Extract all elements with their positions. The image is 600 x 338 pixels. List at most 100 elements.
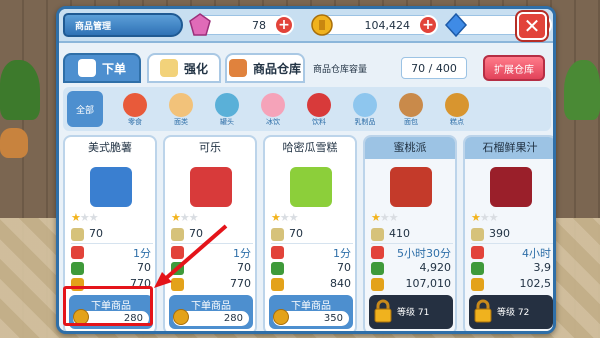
category-label: 面包	[404, 118, 418, 126]
coin-icon	[371, 278, 384, 291]
peach-pie-icon	[390, 167, 432, 207]
tab-order-label: 下单	[101, 61, 126, 76]
coin-icon	[471, 278, 484, 291]
pastry-icon	[445, 93, 469, 117]
star-rating: ★★★	[471, 211, 499, 224]
category-all[interactable]: 全部	[67, 91, 103, 127]
tutorial-highlight-box	[63, 286, 153, 326]
product-name: 石榴鲜果汁	[465, 137, 553, 159]
coin-counter: 104,424 +	[311, 14, 438, 36]
cheese-icon	[371, 228, 384, 241]
order-price: 280	[173, 309, 249, 326]
quantity-row: 70	[71, 227, 153, 243]
category-label: 冰饮	[266, 118, 280, 126]
time-row: 4小时	[471, 245, 553, 261]
category-drinks[interactable]: 饮料	[301, 91, 337, 127]
category-frozen[interactable]: 冰饮	[255, 91, 291, 127]
tab-upgrade[interactable]: 强化	[147, 53, 221, 83]
product-card-locked[interactable]: 蜜桃派 ★★★ 410 5小时30分 4,920 107,010 等级 71	[363, 135, 457, 331]
divider	[371, 243, 453, 244]
order-product-button[interactable]: 下单商品 350	[269, 295, 353, 329]
category-snacks[interactable]: 零食	[117, 91, 153, 127]
padlock-icon	[374, 299, 392, 323]
clock-icon	[271, 246, 284, 259]
tab-warehouse[interactable]: 商品仓库	[225, 53, 305, 83]
juice-bottle-icon	[490, 167, 532, 207]
product-management-panel: 商品管理 78 + 104,424 + 0 + ✕ 下单 强化 商品仓库 商品仓…	[56, 6, 556, 334]
clock-icon	[71, 246, 84, 259]
plant-decoration-left	[0, 60, 40, 120]
star-rating: ★★★	[71, 211, 99, 224]
time-row: 1分	[271, 245, 353, 261]
cola-can-icon	[190, 167, 232, 207]
category-bar: 全部 零食 面类 罐头 冰饮 饮料 乳制品 面包 糕点	[63, 87, 551, 131]
order-product-button[interactable]: 下单商品 280	[169, 295, 253, 329]
category-label: 糕点	[450, 118, 464, 126]
divider	[271, 243, 353, 244]
profit-row: 102,5	[471, 277, 553, 293]
cheese-icon	[271, 228, 284, 241]
add-coins-button[interactable]: +	[418, 15, 438, 35]
bread-icon	[399, 93, 423, 117]
unlock-level: 等级 72	[497, 308, 530, 318]
clock-icon	[471, 246, 484, 259]
unlock-level: 等级 71	[397, 308, 430, 318]
leaf-icon	[371, 262, 384, 275]
xp-row: 4,920	[371, 261, 453, 277]
coin-icon	[273, 309, 289, 325]
tab-order[interactable]: 下单	[63, 53, 141, 83]
gem-counter: 78 +	[189, 13, 294, 36]
coin-icon	[271, 278, 284, 291]
tab-upgrade-label: 强化	[183, 61, 208, 76]
upgrade-icon	[159, 59, 178, 77]
cat-character	[0, 128, 28, 158]
expand-warehouse-button[interactable]: 扩展仓库	[483, 55, 545, 81]
padlock-icon	[474, 299, 492, 323]
xp-row: 70	[71, 261, 153, 277]
capacity-label: 商品仓库容量	[313, 65, 368, 75]
locked-level-badge: 等级 71	[369, 295, 453, 329]
tutorial-arrow-icon	[154, 224, 228, 288]
leaf-icon	[71, 262, 84, 275]
category-pastry[interactable]: 糕点	[439, 91, 475, 127]
locked-level-badge: 等级 72	[469, 295, 553, 329]
category-dairy[interactable]: 乳制品	[347, 91, 383, 127]
tab-warehouse-label: 商品仓库	[252, 61, 301, 76]
snack-icon	[123, 93, 147, 117]
order-icon	[77, 59, 96, 77]
gem-amount: 78	[252, 18, 266, 32]
product-name: 美式脆薯	[88, 141, 132, 154]
plant-decoration-right	[564, 60, 600, 120]
product-name: 哈密瓜雪糕	[282, 141, 338, 154]
star-rating: ★★★	[371, 211, 399, 224]
time-row: 5小时30分	[371, 245, 453, 261]
milk-icon	[353, 93, 377, 117]
coin-amount: 104,424	[364, 18, 411, 32]
add-gems-button[interactable]: +	[274, 15, 294, 35]
pink-gem-icon	[189, 13, 211, 36]
category-noodles[interactable]: 面类	[163, 91, 199, 127]
close-button[interactable]: ✕	[517, 12, 547, 40]
quantity-row: 410	[371, 227, 453, 243]
cheese-icon	[71, 228, 84, 241]
panel-title: 商品管理	[63, 13, 183, 37]
leaf-icon	[271, 262, 284, 275]
product-name: 蜜桃派	[365, 137, 455, 159]
blue-diamond-icon	[444, 13, 468, 37]
profit-row: 840	[271, 277, 353, 293]
category-label: 罐头	[220, 118, 234, 126]
category-label: 饮料	[312, 118, 326, 126]
leaf-icon	[471, 262, 484, 275]
product-card-locked[interactable]: 石榴鲜果汁 ★★★ 390 4小时 3,9 102,5 等级 72	[463, 135, 553, 331]
category-bread[interactable]: 面包	[393, 91, 429, 127]
order-price: 350	[273, 309, 349, 326]
clock-icon	[371, 246, 384, 259]
category-cans[interactable]: 罐头	[209, 91, 245, 127]
ice-cream-icon	[261, 93, 285, 117]
divider	[471, 243, 553, 244]
xp-row: 3,9	[471, 261, 553, 277]
can-icon	[215, 93, 239, 117]
product-card[interactable]: 哈密瓜雪糕 ★★★ 70 1分 70 840 下单商品 350	[263, 135, 357, 331]
star-rating: ★★★	[271, 211, 299, 224]
category-label: 全部	[75, 106, 94, 116]
